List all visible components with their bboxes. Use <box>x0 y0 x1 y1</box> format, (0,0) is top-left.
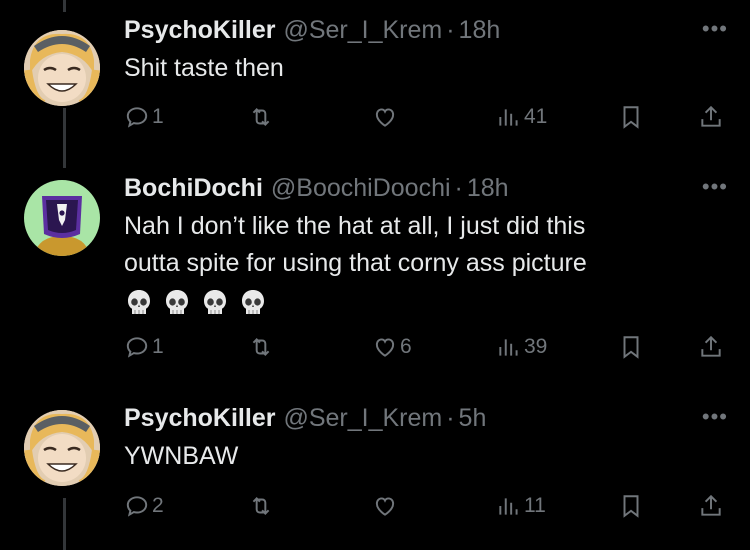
timestamp[interactable]: 18h <box>467 174 509 203</box>
retweet-icon <box>252 338 270 356</box>
timestamp[interactable]: 5h <box>459 404 487 433</box>
like-icon <box>375 497 395 516</box>
user-handle[interactable]: @Ser_I_Krem <box>283 404 442 433</box>
bookmark-button[interactable] <box>618 334 644 360</box>
bookmark-icon <box>623 106 639 129</box>
share-button[interactable] <box>698 493 724 519</box>
display-name[interactable]: PsychoKiller <box>124 404 275 433</box>
emoji-row <box>124 288 730 318</box>
reply-count: 1 <box>152 335 164 358</box>
like-icon <box>375 338 395 357</box>
retweet-button[interactable] <box>248 493 274 519</box>
reply-button[interactable]: 1 <box>124 104 164 130</box>
more-icon[interactable]: ••• <box>702 404 728 430</box>
display-name[interactable]: PsychoKiller <box>124 16 275 45</box>
views-button[interactable]: 41 <box>496 104 547 130</box>
more-icon[interactable]: ••• <box>702 174 728 200</box>
tweet-actions: 1 6 39 <box>124 334 730 368</box>
user-handle[interactable]: @Ser_I_Krem <box>283 16 442 45</box>
views-icon <box>499 498 518 515</box>
reply-count: 1 <box>152 105 164 128</box>
views-count: 41 <box>524 105 548 128</box>
views-count: 11 <box>524 494 546 517</box>
tweet-text: Shit taste then <box>124 50 730 87</box>
tweet[interactable]: PsychoKiller @Ser_I_Krem · 5h YWNBAW ••• <box>0 404 750 550</box>
avatar[interactable] <box>24 180 100 256</box>
timestamp[interactable]: 18h <box>459 16 501 45</box>
share-icon <box>701 494 721 516</box>
avatar[interactable] <box>24 410 100 486</box>
like-button[interactable] <box>372 104 398 130</box>
bookmark-button[interactable] <box>618 104 644 130</box>
tweet-text-line: YWNBAW <box>124 442 239 470</box>
reply-count: 2 <box>152 494 164 517</box>
retweet-icon <box>252 497 270 515</box>
separator-dot: · <box>454 174 463 202</box>
retweet-button[interactable] <box>248 104 274 130</box>
like-button[interactable] <box>372 493 398 519</box>
reply-button[interactable]: 1 <box>124 334 164 360</box>
reply-icon <box>126 107 148 128</box>
views-button[interactable]: 39 <box>496 334 547 360</box>
tweet-text-line: outta spite for using that corny ass pic… <box>124 249 587 277</box>
share-button[interactable] <box>698 334 724 360</box>
share-button[interactable] <box>698 104 724 130</box>
views-button[interactable]: 11 <box>496 493 546 519</box>
avatar[interactable] <box>24 30 100 106</box>
retweet-button[interactable] <box>248 334 274 360</box>
more-icon[interactable]: ••• <box>702 16 728 42</box>
skull-emoji <box>242 290 264 314</box>
like-count: 6 <box>400 335 412 358</box>
like-icon <box>375 108 395 127</box>
tweet-actions: 1 41 <box>124 104 730 138</box>
reply-button[interactable]: 2 <box>124 493 164 519</box>
tweet-text: Nah I don’t like the hat at all, I just … <box>124 208 730 282</box>
reply-icon <box>126 496 148 517</box>
separator-dot: · <box>446 16 455 44</box>
skull-emoji <box>204 290 226 314</box>
like-button[interactable]: 6 <box>372 334 412 360</box>
tweet-text-line: Nah I don’t like the hat at all, I just … <box>124 212 586 240</box>
display-name[interactable]: BochiDochi <box>124 174 263 203</box>
bookmark-icon <box>623 495 639 518</box>
share-icon <box>701 335 721 357</box>
bookmark-icon <box>623 336 639 359</box>
retweet-icon <box>252 108 270 126</box>
skull-emoji <box>128 290 150 314</box>
reply-icon <box>126 337 148 358</box>
tweet-text-line: Shit taste then <box>124 54 284 82</box>
tweet-actions: 2 11 <box>124 493 730 527</box>
skull-emoji <box>166 290 188 314</box>
tweet-text: YWNBAW <box>124 438 730 475</box>
views-count: 39 <box>524 335 548 358</box>
share-icon <box>701 105 721 127</box>
views-icon <box>499 339 518 356</box>
views-icon <box>499 109 518 126</box>
user-handle[interactable]: @BoochiDoochi <box>271 174 451 203</box>
thread-line-top <box>63 0 66 12</box>
separator-dot: · <box>446 404 455 432</box>
bookmark-button[interactable] <box>618 493 644 519</box>
